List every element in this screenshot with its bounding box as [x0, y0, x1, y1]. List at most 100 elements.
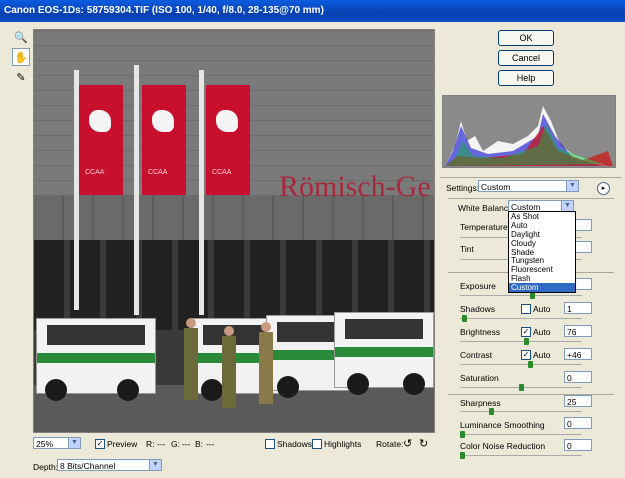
- settings-select[interactable]: Custom ▼: [478, 180, 579, 192]
- brightness-slider[interactable]: [460, 338, 582, 345]
- preview-label: Preview: [107, 439, 138, 449]
- police-van: [334, 312, 434, 395]
- settings-menu-icon[interactable]: ▸: [597, 182, 610, 195]
- chevron-down-icon: ▼: [561, 201, 573, 211]
- highlights-clip-checkbox[interactable]: [312, 439, 322, 449]
- exposure-label: Exposure: [460, 281, 496, 291]
- luminance-smoothing-slider[interactable]: [460, 431, 582, 438]
- police-van: [36, 318, 156, 401]
- zoom-select[interactable]: 25% ▼: [33, 437, 81, 449]
- hand-tool-icon[interactable]: ✋: [12, 48, 30, 66]
- flag-pole: [134, 65, 139, 315]
- eyedropper-tool-icon[interactable]: ✎: [12, 68, 30, 86]
- wb-option-as-shot[interactable]: As Shot: [509, 212, 575, 221]
- sharpness-label: Sharpness: [460, 398, 501, 408]
- wb-option-shade[interactable]: Shade: [509, 248, 575, 257]
- preview-image[interactable]: Römisch-Ge CCAA CCAA CCAA: [33, 29, 435, 433]
- flag-text: CCAA: [85, 169, 105, 176]
- histogram: [442, 95, 616, 168]
- b-readout-value: ---: [206, 439, 215, 449]
- r-readout-label: R:: [146, 439, 155, 449]
- wb-option-auto[interactable]: Auto: [509, 221, 575, 230]
- officer: [222, 326, 236, 408]
- flag: CCAA: [142, 85, 186, 195]
- luminance-smoothing-value[interactable]: 0: [564, 417, 592, 429]
- saturation-value[interactable]: 0: [564, 371, 592, 383]
- window-title: Canon EOS-1Ds: 58759304.TIF (ISO 100, 1/…: [4, 5, 324, 16]
- flag-text: CCAA: [148, 169, 168, 176]
- g-readout-value: ---: [182, 439, 191, 449]
- r-readout-value: ---: [157, 439, 166, 449]
- depth-value: 8 Bits/Channel: [60, 461, 116, 471]
- shadows-slider[interactable]: [460, 315, 582, 322]
- cancel-button[interactable]: Cancel: [498, 50, 554, 66]
- flag: CCAA: [206, 85, 250, 195]
- shadows-clip-checkbox[interactable]: [265, 439, 275, 449]
- g-readout-label: G:: [171, 439, 180, 449]
- wb-option-tungsten[interactable]: Tungsten: [509, 256, 575, 266]
- luminance-smoothing-label: Luminance Smoothing: [460, 420, 545, 430]
- color-noise-reduction-label: Color Noise Reduction: [460, 441, 546, 451]
- contrast-label: Contrast: [460, 350, 493, 360]
- saturation-label: Saturation: [460, 373, 499, 383]
- wb-option-flash[interactable]: Flash: [509, 274, 575, 283]
- wb-option-cloudy[interactable]: Cloudy: [509, 239, 575, 248]
- officer: [259, 322, 273, 404]
- color-noise-reduction-slider-thumb[interactable]: [460, 452, 465, 459]
- help-button[interactable]: Help: [498, 70, 554, 86]
- chevron-down-icon: ▼: [566, 181, 578, 191]
- shadows-value[interactable]: 1: [564, 302, 592, 314]
- wb-option-custom[interactable]: Custom: [509, 283, 575, 292]
- sharpness-slider[interactable]: [460, 408, 582, 415]
- divider: [440, 177, 622, 178]
- white-balance-dropdown-list[interactable]: As Shot Auto Daylight Cloudy Shade Tungs…: [508, 211, 576, 294]
- depth-select[interactable]: 8 Bits/Channel ▼: [57, 459, 162, 471]
- contrast-slider-thumb[interactable]: [527, 361, 533, 368]
- shadows-auto-checkbox[interactable]: [521, 304, 531, 314]
- color-noise-reduction-value[interactable]: 0: [564, 439, 592, 451]
- divider: [448, 198, 614, 199]
- brightness-value[interactable]: 76: [564, 325, 592, 337]
- sharpness-value[interactable]: 25: [564, 395, 592, 407]
- shadows-slider-thumb[interactable]: [462, 315, 468, 322]
- highlights-clip-label: Highlights: [324, 439, 362, 449]
- rotate-left-icon[interactable]: ↺: [403, 437, 412, 450]
- preview-checkbox[interactable]: ✓: [95, 439, 105, 449]
- chevron-down-icon: ▼: [68, 438, 80, 448]
- preview-options-bar: 25% ▼ ✓ Preview R: --- G: --- B: --- Sha…: [33, 436, 433, 452]
- tint-label: Tint: [460, 244, 474, 254]
- rotate-right-icon[interactable]: ↻: [419, 437, 428, 450]
- contrast-auto-checkbox[interactable]: ✓: [521, 350, 531, 360]
- color-noise-reduction-slider[interactable]: [460, 452, 582, 459]
- flag-pole: [199, 70, 204, 315]
- shadows-clip-label: Shadows: [277, 439, 312, 449]
- ok-button[interactable]: OK: [498, 30, 554, 46]
- contrast-slider[interactable]: [460, 361, 582, 368]
- contrast-value[interactable]: +46: [564, 348, 592, 360]
- settings-value: Custom: [481, 182, 511, 192]
- white-balance-label: White Balance:: [458, 203, 516, 213]
- rotate-label: Rotate:: [376, 439, 404, 449]
- luminance-smoothing-slider-thumb[interactable]: [460, 431, 465, 438]
- officer: [184, 318, 198, 400]
- exposure-slider[interactable]: [460, 292, 582, 299]
- zoom-tool-icon[interactable]: 🔍: [12, 28, 30, 46]
- building-sign-text: Römisch-Ge: [279, 170, 431, 203]
- temperature-label: Temperature: [460, 222, 508, 232]
- brightness-slider-thumb[interactable]: [524, 338, 530, 345]
- flag: CCAA: [79, 85, 123, 195]
- wb-option-daylight[interactable]: Daylight: [509, 230, 575, 239]
- settings-label: Settings:: [446, 183, 480, 193]
- tool-column: 🔍 ✋ ✎: [12, 28, 30, 88]
- exposure-slider-thumb[interactable]: [530, 292, 536, 299]
- saturation-slider[interactable]: [460, 384, 582, 391]
- saturation-slider-thumb[interactable]: [518, 384, 524, 391]
- zoom-value: 25%: [36, 439, 54, 449]
- brightness-auto-checkbox[interactable]: ✓: [521, 327, 531, 337]
- flag-text: CCAA: [212, 169, 232, 176]
- depth-label: Depth:: [33, 462, 59, 472]
- chevron-down-icon: ▼: [149, 460, 161, 470]
- contrast-auto-label: Auto: [533, 350, 551, 360]
- wb-option-fluorescent[interactable]: Fluorescent: [509, 265, 575, 274]
- sharpness-slider-thumb[interactable]: [489, 408, 495, 415]
